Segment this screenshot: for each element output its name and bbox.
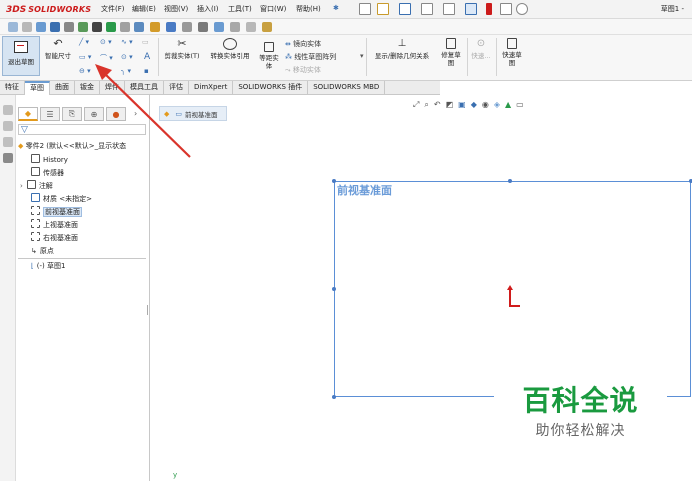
watermark: 百科全说 助你轻松解决 [494, 372, 667, 458]
watermark-title: 百科全说 [522, 384, 639, 417]
watermark-subtitle: 助你轻松解决 [535, 423, 626, 439]
